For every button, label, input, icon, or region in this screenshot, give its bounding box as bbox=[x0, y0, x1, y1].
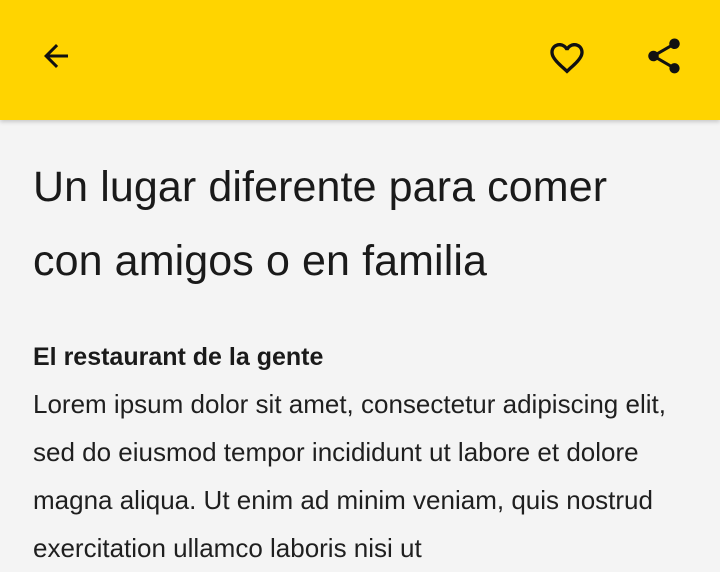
app-bar bbox=[0, 0, 720, 120]
article-subtitle: El restaurant de la gente bbox=[33, 343, 324, 371]
article-content: Un lugar diferente para comer con amigos… bbox=[33, 150, 688, 572]
arrow-left-icon bbox=[38, 38, 74, 74]
back-button[interactable] bbox=[28, 28, 84, 84]
article-title: Un lugar diferente para comer con amigos… bbox=[33, 163, 608, 285]
favorite-button[interactable] bbox=[539, 30, 595, 86]
share-button[interactable] bbox=[636, 28, 692, 84]
heart-outline-icon bbox=[547, 38, 587, 78]
article-body: Lorem ipsum dolor sit amet, consectetur … bbox=[33, 389, 666, 563]
share-icon bbox=[643, 35, 685, 77]
